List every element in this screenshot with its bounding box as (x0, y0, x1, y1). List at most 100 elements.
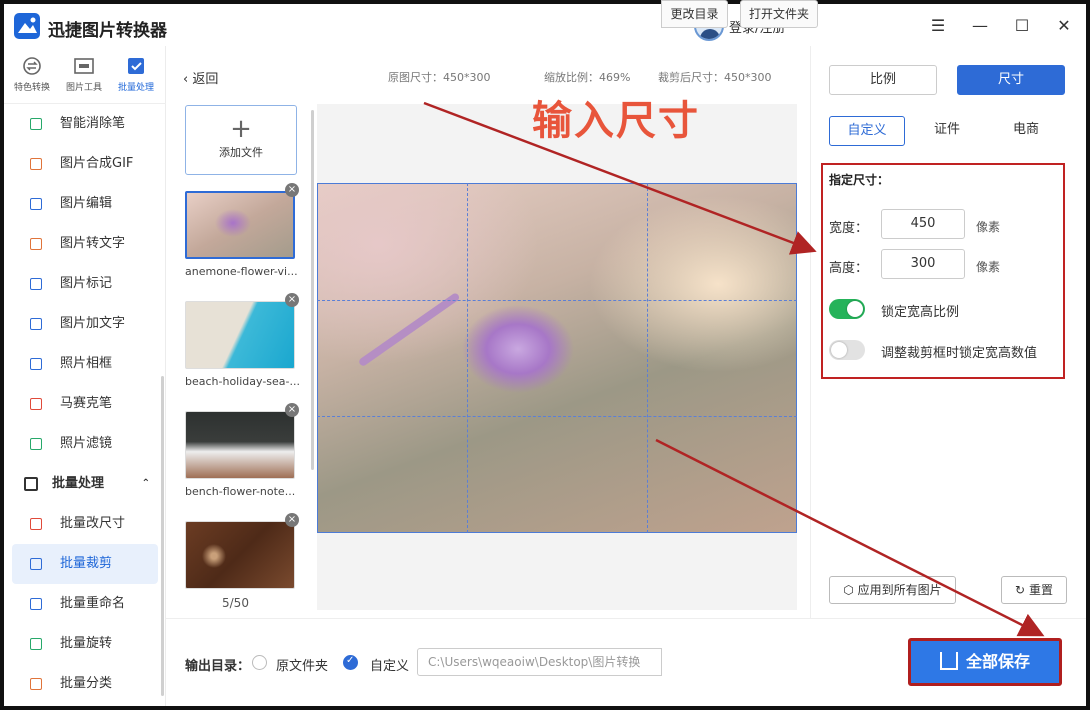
batch-icon (128, 58, 144, 74)
sidebar-item[interactable]: 马赛克笔 (12, 384, 158, 424)
sidebar-item[interactable]: 批量裁剪 (12, 544, 158, 584)
tab-ecommerce[interactable]: 电商 (988, 116, 1064, 146)
top-nav: 特色转换 图片工具 批量处理 (4, 46, 166, 104)
sidebar-item[interactable]: 批量旋转 (12, 624, 158, 664)
width-label: 宽度： (829, 221, 869, 236)
width-unit: 像素 (976, 220, 1001, 234)
sidebar-item[interactable]: 图片转文字 (12, 224, 158, 264)
sidebar-item-label: 图片编辑 (60, 196, 113, 211)
remove-file-icon[interactable]: × (285, 513, 299, 527)
cube-icon: ⬡ (843, 583, 854, 597)
topnav-image-tools[interactable]: 图片工具 (58, 52, 110, 93)
thumb-image (185, 411, 295, 479)
maximize-button[interactable]: ☐ (1010, 13, 1034, 37)
close-button[interactable]: ✕ (1052, 13, 1076, 37)
apply-all-button[interactable]: ⬡ 应用到所有图片 (829, 576, 956, 604)
sidebar-item-label: 智能消除笔 (60, 116, 126, 131)
lock-crop-toggle[interactable] (829, 340, 865, 360)
back-button[interactable]: ‹ 返回 (183, 68, 218, 87)
tab-certificate[interactable]: 证件 (909, 116, 985, 146)
sidebar-item[interactable]: 照片滤镜 (12, 424, 158, 464)
nav-item-icon (30, 318, 42, 330)
sidebar-item[interactable]: 批量改尺寸 (12, 504, 158, 544)
sidebar-item[interactable]: 图片标记 (12, 264, 158, 304)
thumb-image (185, 301, 295, 369)
radio-custom-folder[interactable] (343, 655, 358, 670)
sidebar-item-label: 图片转文字 (60, 236, 126, 251)
file-thumb[interactable]: beach-holiday-sea-... × (185, 293, 301, 388)
change-dir-button[interactable]: 更改目录 (661, 0, 728, 28)
topnav-batch[interactable]: 批量处理 (110, 52, 162, 93)
page-count: 5/50 (222, 596, 249, 610)
thumb-image (185, 191, 295, 259)
file-thumb[interactable]: bench-flower-note... × (185, 403, 299, 498)
chevron-up-icon[interactable]: ⌃ (142, 464, 150, 504)
height-label: 高度： (829, 261, 869, 276)
app-title: 迅捷图片转换器 (48, 21, 167, 41)
file-list-scrollbar[interactable] (311, 110, 314, 470)
sidebar-item[interactable]: 照片相框 (12, 344, 158, 384)
file-thumb[interactable]: anemone-flower-vi... × (185, 183, 299, 278)
height-unit: 像素 (976, 260, 1001, 274)
tab-size[interactable]: 尺寸 (957, 65, 1065, 95)
file-name: beach-holiday-sea-... (185, 375, 301, 388)
original-folder-label: 原文件夹 (276, 659, 329, 674)
save-all-label: 全部保存 (965, 652, 1030, 671)
add-file-label: 添加文件 (219, 146, 263, 159)
refresh-icon: ↻ (1015, 583, 1026, 597)
sidebar-item-label: 马赛克笔 (60, 396, 113, 411)
remove-file-icon[interactable]: × (285, 403, 299, 417)
sidebar-item-label: 照片滤镜 (60, 436, 113, 451)
sidebar-scrollbar[interactable] (161, 376, 164, 696)
nav-item-icon (30, 678, 42, 690)
crop-size: 裁剪后尺寸：450*300 (658, 71, 772, 84)
sidebar-section-batch[interactable]: 批量处理 ⌃ (12, 464, 158, 504)
chevron-left-icon: ‹ (183, 72, 189, 87)
file-name: bench-flower-note... (185, 485, 296, 498)
spec-title: 指定尺寸： (829, 173, 890, 187)
nav-item-icon (30, 238, 42, 250)
sidebar-item-label: 批量裁剪 (60, 556, 113, 571)
sidebar-item[interactable]: 批量分类 (12, 664, 158, 704)
sidebar-item[interactable]: 智能消除笔 (12, 104, 158, 144)
preview-image[interactable] (317, 183, 797, 533)
remove-file-icon[interactable]: × (285, 183, 299, 197)
sidebar-item[interactable]: 批量重命名 (12, 584, 158, 624)
tab-ratio[interactable]: 比例 (829, 65, 937, 95)
lock-ratio-toggle[interactable] (829, 299, 865, 319)
menu-icon[interactable]: ☰ (926, 13, 950, 37)
lock-crop-label: 调整裁剪框时锁定宽高数值 (881, 346, 1038, 361)
nav-item-icon (30, 358, 42, 370)
sidebar-item-label: 批量重命名 (60, 596, 126, 611)
output-dir-label: 输出目录： (185, 659, 251, 674)
width-input[interactable]: 450 (881, 209, 965, 239)
zoom-level: 缩放比例：469% (544, 71, 631, 84)
apply-all-label: 应用到所有图片 (857, 583, 942, 597)
output-path-input[interactable]: C:\Users\wqeaoiw\Desktop\图片转换 (417, 648, 662, 676)
save-all-button[interactable]: 全部保存 (908, 638, 1062, 686)
sidebar-item[interactable]: 图片合成GIF (12, 144, 158, 184)
title-bar: 迅捷图片转换器 登录/注册 ☰ — ☐ ✕ (4, 4, 1086, 46)
tab-custom[interactable]: 自定义 (829, 116, 905, 146)
sidebar-item[interactable]: 图片加文字 (12, 304, 158, 344)
original-size: 原图尺寸：450*300 (388, 71, 491, 84)
nav-item-icon (30, 398, 42, 410)
crop-grid-line (467, 183, 468, 533)
open-folder-button[interactable]: 打开文件夹 (740, 0, 818, 28)
reset-button[interactable]: ↻ 重置 (1001, 576, 1067, 604)
height-input[interactable]: 300 (881, 249, 965, 279)
remove-file-icon[interactable]: × (285, 293, 299, 307)
file-list: + 添加文件 anemone-flower-vi... × beach-holi… (185, 105, 300, 610)
nav-item-icon (30, 518, 42, 530)
sidebar-item[interactable]: 图片编辑 (12, 184, 158, 224)
radio-original-folder[interactable] (252, 655, 267, 670)
add-file-button[interactable]: + 添加文件 (185, 105, 297, 175)
topnav-label: 图片工具 (65, 83, 102, 93)
file-name: anemone-flower-vi... (185, 265, 298, 278)
nav-item-icon (30, 438, 42, 450)
image-tool-icon (74, 58, 94, 74)
crop-grid-line (317, 416, 797, 417)
minimize-button[interactable]: — (968, 13, 992, 37)
file-thumb[interactable]: × (185, 513, 299, 589)
topnav-special-convert[interactable]: 特色转换 (6, 52, 58, 93)
